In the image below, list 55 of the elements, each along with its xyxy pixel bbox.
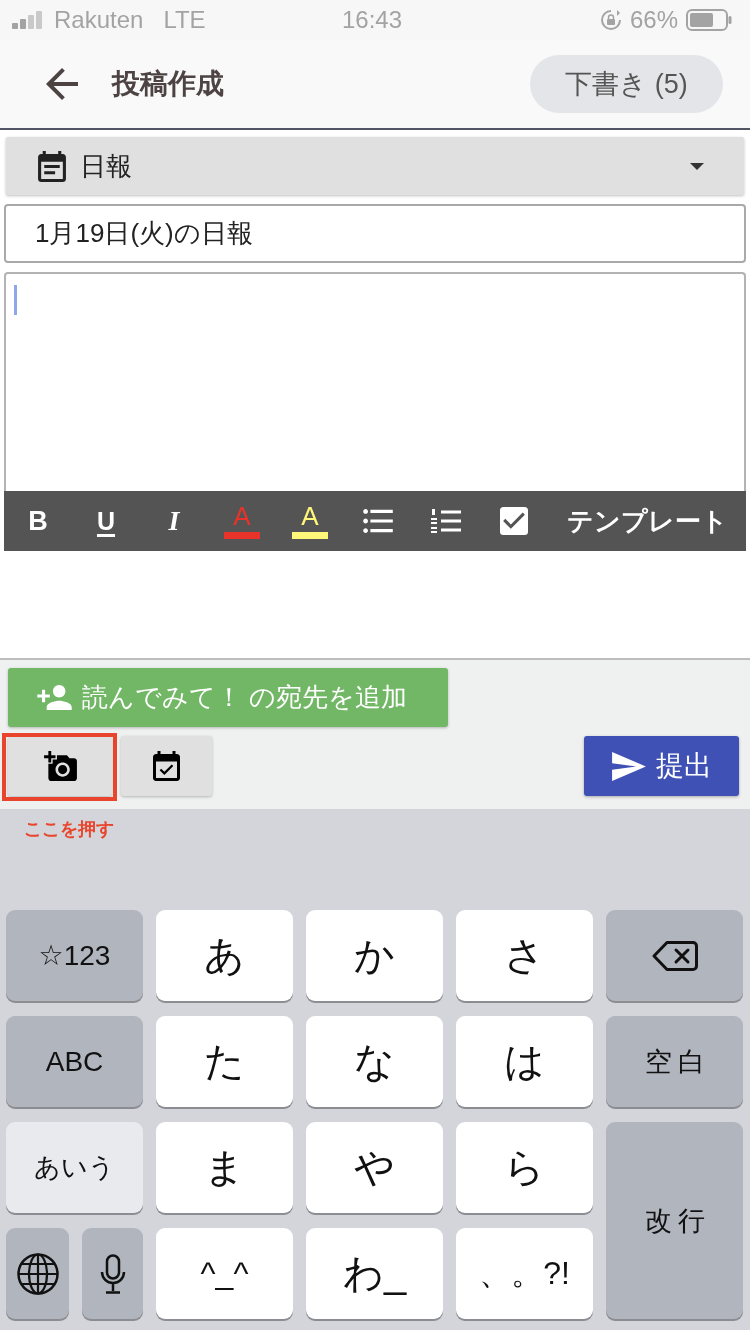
backspace-icon: [651, 940, 698, 971]
submit-button[interactable]: 提出: [584, 736, 739, 796]
checkbox-icon: [500, 507, 528, 535]
rotation-lock-icon: [599, 9, 622, 31]
kana-key[interactable]: や: [306, 1122, 443, 1213]
battery-icon: [686, 9, 732, 31]
microphone-key[interactable]: [82, 1228, 143, 1319]
drafts-button[interactable]: 下書き (5): [530, 55, 723, 113]
italic-button[interactable]: I: [140, 491, 208, 551]
kana-key[interactable]: さ: [456, 910, 593, 1001]
back-arrow-icon: [46, 68, 78, 100]
annotation-text: ここを押す: [24, 819, 114, 839]
backspace-key[interactable]: [606, 910, 743, 1001]
calendar-note-icon: [38, 150, 66, 182]
microphone-icon: [99, 1253, 126, 1294]
kana-key[interactable]: た: [156, 1016, 293, 1107]
underline-button[interactable]: U: [72, 491, 140, 551]
category-select[interactable]: 日報: [6, 137, 744, 195]
globe-key[interactable]: [6, 1228, 69, 1319]
page-title: 投稿作成: [112, 67, 224, 101]
body-field[interactable]: [4, 272, 746, 491]
title-field[interactable]: 1月19日(火)の日報: [4, 204, 746, 263]
input-mode-key[interactable]: あいう: [6, 1122, 143, 1213]
camera-plus-icon: [43, 751, 77, 781]
template-button[interactable]: テンプレート: [548, 491, 746, 551]
symbol-key[interactable]: ^_^: [156, 1228, 293, 1319]
highlight-color-button[interactable]: A: [276, 491, 344, 551]
camera-button[interactable]: [8, 736, 112, 796]
carrier-name: Rakuten: [54, 6, 144, 34]
return-key[interactable]: 改行: [606, 1122, 743, 1319]
calendar-check-icon: [153, 751, 180, 781]
input-mode-key[interactable]: ABC: [6, 1016, 143, 1107]
add-person-icon: [37, 685, 72, 710]
kana-key[interactable]: な: [306, 1016, 443, 1107]
input-mode-key[interactable]: ☆123: [6, 910, 143, 1001]
back-button[interactable]: [45, 67, 79, 101]
kana-key[interactable]: か: [306, 910, 443, 1001]
network-type: LTE: [163, 6, 206, 34]
clock-time: 16:43: [341, 6, 403, 34]
kana-key[interactable]: は: [456, 1016, 593, 1107]
kana-key[interactable]: ま: [156, 1122, 293, 1213]
send-icon: [611, 751, 646, 781]
globe-icon: [16, 1252, 59, 1295]
dropdown-caret-icon: [690, 162, 704, 170]
space-key[interactable]: 空白: [606, 1016, 743, 1107]
numbered-list-icon: [431, 509, 461, 533]
kana-key[interactable]: ら: [456, 1122, 593, 1213]
battery-percent: 66%: [629, 6, 678, 34]
bold-button[interactable]: B: [4, 491, 72, 551]
kana-key[interactable]: あ: [156, 910, 293, 1001]
symbol-key[interactable]: 、。?!: [456, 1228, 593, 1319]
bullet-list-icon: [363, 509, 393, 533]
calendar-button[interactable]: [121, 736, 212, 796]
signal-icon: [12, 11, 44, 29]
kana-key[interactable]: わ_: [306, 1228, 443, 1319]
